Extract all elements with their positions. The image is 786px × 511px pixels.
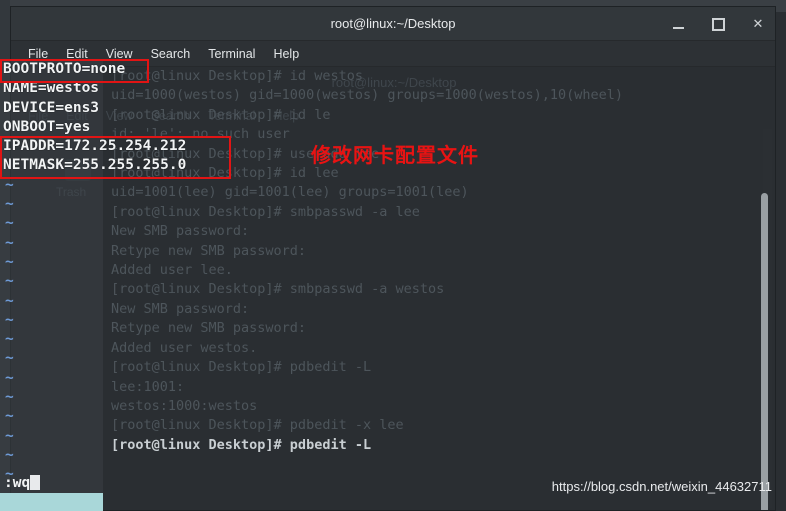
annotation-note-text: 修改网卡配置文件: [311, 143, 479, 167]
scrollbar-thumb[interactable]: [761, 193, 768, 510]
vim-empty-line-marker: ~: [5, 389, 14, 406]
window-titlebar[interactable]: root@linux:~/Desktop ✕: [11, 7, 775, 41]
vim-status-bar: [0, 493, 103, 511]
vim-empty-line-marker: ~: [5, 234, 14, 251]
vim-empty-line-marker: ~: [5, 331, 14, 348]
vim-file-line: ONBOOT=yes: [3, 118, 91, 135]
maximize-button[interactable]: [709, 15, 727, 33]
vim-file-line: BOOTPROTO=none: [3, 61, 126, 77]
scrollbar-track[interactable]: [761, 129, 772, 510]
menu-item-help[interactable]: Help: [264, 45, 308, 63]
vim-empty-line-marker: ~: [5, 176, 14, 193]
watermark-text: https://blog.csdn.net/weixin_44632711: [551, 479, 772, 494]
vim-text-area[interactable]: BOOTPROTO=none NAME=westos DEVICE=ens3 ONBO…: [0, 60, 260, 511]
minimize-icon: [672, 26, 684, 29]
vim-file-line: NAME=westos: [3, 80, 100, 97]
vim-cursor: [30, 475, 41, 490]
screen-root: root@linux:~/Desktop ✕ File Edit View Se…: [0, 0, 786, 511]
vim-file-line: NETMASK=255.255.255.0: [3, 157, 187, 174]
vim-command-line[interactable]: :wq: [0, 473, 103, 493]
vim-empty-line-marker: ~: [5, 215, 14, 232]
vim-empty-line-marker: ~: [5, 369, 14, 386]
vim-empty-line-marker: ~: [5, 408, 14, 425]
window-controls: ✕: [669, 7, 767, 41]
window-title: root@linux:~/Desktop: [330, 16, 456, 31]
vim-empty-line-marker: ~: [5, 273, 14, 290]
vim-file-line: DEVICE=ens3: [3, 99, 100, 116]
vim-empty-line-marker: ~: [5, 253, 14, 270]
vim-empty-line-marker: ~: [5, 350, 14, 367]
minimize-button[interactable]: [669, 15, 687, 33]
vim-file-line: IPADDR=172.25.254.212: [3, 138, 187, 155]
vim-empty-line-marker: ~: [5, 446, 14, 463]
maximize-icon: [711, 17, 725, 31]
vim-command-value: :wq: [4, 475, 31, 491]
vim-empty-line-marker: ~: [5, 311, 14, 328]
vim-command-text: :wq: [0, 473, 103, 493]
vim-empty-line-marker: ~: [5, 196, 14, 213]
close-button[interactable]: ✕: [749, 15, 767, 33]
vim-empty-line-marker: ~: [5, 427, 14, 444]
vim-empty-line-marker: ~: [5, 292, 14, 309]
